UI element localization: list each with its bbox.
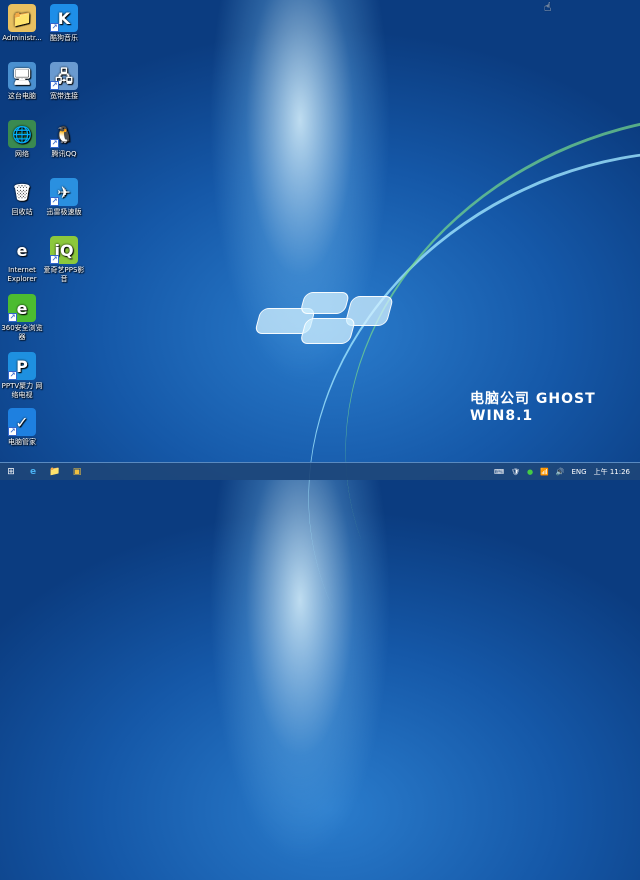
computer-icon: 🖥: [8, 62, 36, 90]
language-indicator[interactable]: ENG: [572, 468, 587, 476]
keyboard-icon[interactable]: ⌨: [494, 468, 504, 476]
network-icon: 🌐: [8, 120, 36, 148]
media-taskbar-button[interactable]: ▣: [66, 464, 88, 480]
desktop-icon[interactable]: e Internet Explorer: [0, 236, 44, 284]
shortcut-arrow-icon: ↗: [8, 313, 17, 322]
desktop-icon[interactable]: P ↗ PPTV聚力 网络电视: [0, 352, 44, 400]
360-browser-icon: e ↗: [8, 294, 36, 322]
desktop-icon[interactable]: 🌐 网络: [0, 120, 44, 159]
start-button[interactable]: ⊞: [0, 464, 22, 480]
shortcut-arrow-icon: ↗: [50, 255, 59, 264]
pc-manager-icon: ✓ ↗: [8, 408, 36, 436]
ie-icon: e: [16, 240, 28, 260]
qq-icon: 🐧 ↗: [50, 124, 74, 148]
user-folder-icon: 📁: [8, 4, 36, 32]
desktop-icon-label: Internet Explorer: [7, 266, 37, 283]
shortcut-arrow-icon: ↗: [8, 427, 17, 436]
desktop-icon[interactable]: 📁 Administr...: [0, 4, 44, 43]
desktop-icon-label: 这台电脑: [8, 92, 36, 100]
volume-icon[interactable]: 🔊: [556, 468, 565, 476]
brand-text: 电脑公司 GHOST WIN8.1: [470, 391, 596, 424]
desktop-icon-label: 回收站: [11, 208, 33, 216]
desktop-icon[interactable]: ✓ ↗ 电脑管家: [0, 408, 44, 447]
hand-cursor-icon: ☝: [544, 0, 552, 14]
desktop-icon-label: 360安全浏览器: [1, 324, 43, 341]
shortcut-arrow-icon: ↗: [50, 139, 59, 148]
desktop-icon-label: 酷狗音乐: [50, 34, 78, 42]
desktop-icon[interactable]: 🖧 ↗ 宽带连接: [42, 62, 86, 101]
windows-logo: [250, 290, 401, 348]
shortcut-arrow-icon: ↗: [50, 197, 59, 206]
desktop-icon-label: 宽带连接: [50, 92, 78, 100]
desktop-icon[interactable]: 🐧 ↗ 腾讯QQ: [42, 120, 86, 159]
desktop-icon[interactable]: 🗑 回收站: [0, 178, 44, 217]
desktop-icon-label: 迅雷极速版: [46, 208, 82, 216]
shortcut-arrow-icon: ↗: [50, 23, 59, 32]
shortcut-arrow-icon: ↗: [8, 371, 17, 380]
shortcut-arrow-icon: ↗: [50, 81, 59, 90]
desktop-icon[interactable]: e ↗ 360安全浏览器: [0, 294, 44, 342]
desktop-icon-label: Administr...: [2, 34, 42, 42]
desktop-icon[interactable]: ✈ ↗ 迅雷极速版: [42, 178, 86, 217]
pptv-icon: P ↗: [8, 352, 36, 380]
desktop-icon-label: PPTV聚力 网络电视: [1, 382, 43, 399]
desktop-icon-label: 电脑管家: [8, 438, 36, 446]
iqiyi-icon: iQ ↗: [50, 236, 78, 264]
security-shield-icon[interactable]: 🛡: [511, 468, 520, 476]
guard-icon[interactable]: ●: [527, 468, 533, 476]
recycle-bin-icon: 🗑: [11, 182, 33, 202]
desktop-icon-label: 腾讯QQ: [51, 150, 77, 158]
desktop-icon-label: 网络: [15, 150, 29, 158]
network-icon[interactable]: 📶: [540, 468, 549, 476]
xunlei-icon: ✈ ↗: [50, 178, 78, 206]
kugou-icon: K ↗: [50, 4, 78, 32]
desktop-icon[interactable]: K ↗ 酷狗音乐: [42, 4, 86, 43]
broadband-icon: 🖧 ↗: [50, 62, 78, 90]
taskbar: ⊞ e 📁 ▣ ⌨ 🛡 ● 📶 🔊 ENG 上午 11:26: [0, 462, 640, 480]
clock[interactable]: 上午 11:26: [594, 467, 630, 477]
system-tray: ⌨ 🛡 ● 📶 🔊 ENG 上午 11:26: [494, 467, 640, 477]
desktop-icon-label: 爱奇艺PPS影音: [43, 266, 85, 283]
file-explorer-button[interactable]: 📁: [44, 464, 66, 480]
ie-taskbar-button[interactable]: e: [22, 464, 44, 480]
desktop-icon[interactable]: 🖥 这台电脑: [0, 62, 44, 101]
desktop-icon[interactable]: iQ ↗ 爱奇艺PPS影音: [42, 236, 86, 284]
